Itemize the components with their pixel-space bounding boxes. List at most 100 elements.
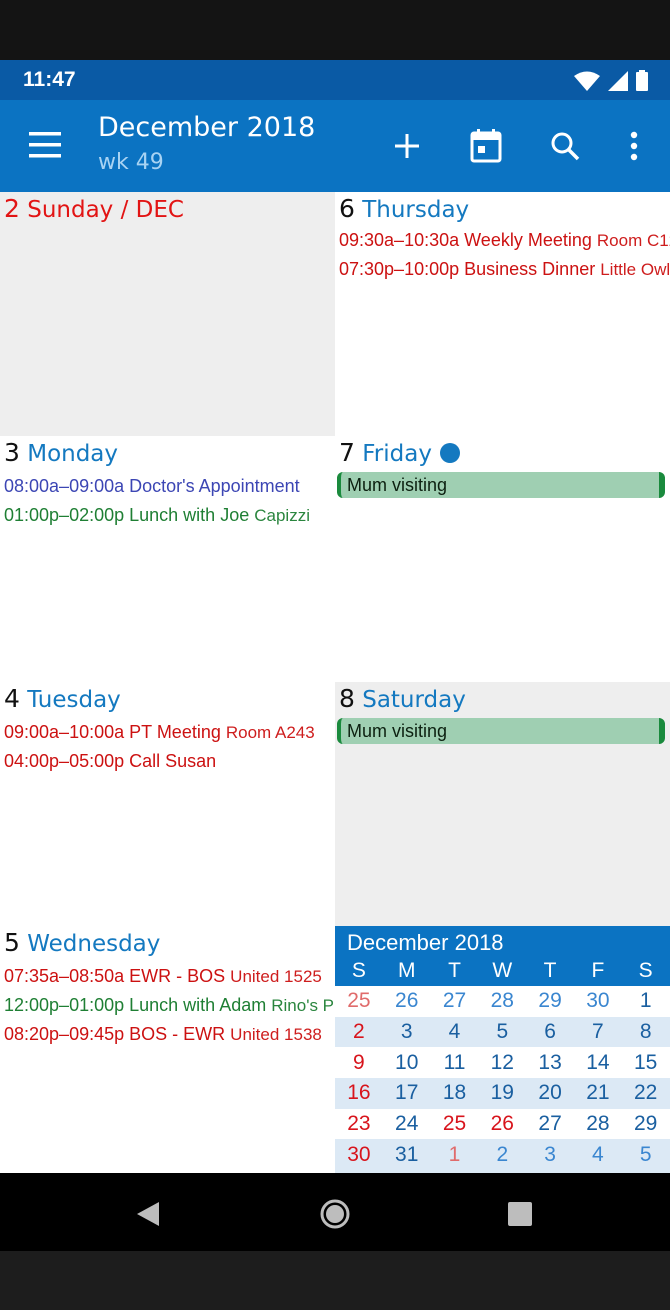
- mini-calendar-week: 2 3 4 5 6 7 8: [335, 1017, 670, 1048]
- day-header: 2 Sunday / DEC: [4, 194, 184, 223]
- mini-calendar-day[interactable]: 8: [622, 1020, 670, 1044]
- weekday-label: M: [397, 959, 416, 982]
- day-number: 7: [339, 438, 355, 467]
- mini-calendar-day[interactable]: 22: [622, 1081, 670, 1105]
- mini-calendar-day[interactable]: 16: [335, 1081, 383, 1105]
- mini-calendar-day[interactable]: 6: [526, 1020, 574, 1044]
- mini-calendar-day[interactable]: 2: [478, 1143, 526, 1167]
- day-number: 2: [4, 194, 20, 223]
- day-name: Monday: [27, 441, 119, 467]
- mini-calendar-title[interactable]: December 2018: [347, 930, 504, 956]
- mini-calendar-day[interactable]: 19: [478, 1081, 526, 1105]
- overflow-menu-button[interactable]: [612, 124, 656, 168]
- day-cell-friday[interactable]: 7 Friday Mum visiting: [335, 436, 670, 682]
- add-event-button[interactable]: [385, 124, 429, 168]
- page-title[interactable]: December 2018: [98, 112, 315, 143]
- mini-calendar-day[interactable]: 26: [383, 989, 431, 1013]
- mini-calendar-day[interactable]: 1: [431, 1143, 479, 1167]
- mini-calendar-day[interactable]: 17: [383, 1081, 431, 1105]
- day-header: 7 Friday: [339, 438, 460, 467]
- mini-calendar-day[interactable]: 26: [478, 1112, 526, 1136]
- mini-calendar-day[interactable]: 15: [622, 1051, 670, 1075]
- day-number: 3: [4, 438, 20, 467]
- weekday-label: F: [591, 959, 605, 982]
- back-icon[interactable]: [131, 1197, 165, 1231]
- event-location: Capizzi: [254, 506, 310, 525]
- mini-calendar-day[interactable]: 28: [574, 1112, 622, 1136]
- home-icon[interactable]: [318, 1197, 352, 1231]
- event-location: United 1538: [230, 1025, 322, 1044]
- mini-calendar-day[interactable]: 25: [335, 989, 383, 1013]
- mini-calendar-day[interactable]: 28: [478, 989, 526, 1013]
- mini-calendar-day[interactable]: 14: [574, 1051, 622, 1075]
- mini-calendar-day[interactable]: 2: [335, 1020, 383, 1044]
- event-item[interactable]: 09:00a–10:00a PT Meeting Room A243: [4, 722, 315, 743]
- mini-calendar-day[interactable]: 12: [478, 1051, 526, 1075]
- status-time: 11:47: [23, 68, 76, 91]
- search-icon: [551, 132, 580, 161]
- day-name: Friday: [362, 441, 432, 467]
- day-header: 3 Monday: [4, 438, 118, 467]
- event-title: Call Susan: [129, 751, 217, 771]
- mini-calendar-day[interactable]: 4: [574, 1143, 622, 1167]
- mini-calendar-day[interactable]: 7: [574, 1020, 622, 1044]
- mini-calendar-day[interactable]: 3: [526, 1143, 574, 1167]
- today-button[interactable]: [464, 124, 508, 168]
- mini-calendar-day[interactable]: 25: [431, 1112, 479, 1136]
- mini-calendar-day[interactable]: 20: [526, 1081, 574, 1105]
- mini-calendar-day[interactable]: 29: [622, 1112, 670, 1136]
- search-button[interactable]: [543, 124, 587, 168]
- allday-event[interactable]: Mum visiting: [337, 472, 665, 498]
- day-name: Tuesday: [27, 687, 121, 713]
- event-item[interactable]: 07:30p–10:00p Business Dinner Little Owl: [339, 259, 670, 280]
- event-item[interactable]: 09:30a–10:30a Weekly Meeting Room C12: [339, 230, 670, 251]
- status-icons: [574, 70, 648, 91]
- mini-calendar-day[interactable]: 18: [431, 1081, 479, 1105]
- recents-icon[interactable]: [503, 1197, 537, 1231]
- mini-calendar-day[interactable]: 10: [383, 1051, 431, 1075]
- mini-calendar-day[interactable]: 9: [335, 1051, 383, 1075]
- mini-calendar-day[interactable]: 29: [526, 989, 574, 1013]
- mini-calendar-day[interactable]: 13: [526, 1051, 574, 1075]
- day-cell-monday[interactable]: 3 Monday 08:00a–09:00a Doctor's Appointm…: [0, 436, 335, 682]
- day-name: Sunday / DEC: [27, 197, 184, 223]
- mini-calendar-day[interactable]: 11: [431, 1051, 479, 1075]
- allday-event[interactable]: Mum visiting: [337, 718, 665, 744]
- mini-calendar-day[interactable]: 3: [383, 1020, 431, 1044]
- mini-calendar[interactable]: December 2018 S M T W T F S 25 26 27 28 …: [335, 926, 670, 1173]
- mini-calendar-day[interactable]: 27: [431, 989, 479, 1013]
- event-location: Room A243: [225, 723, 315, 742]
- event-item[interactable]: 07:35a–08:50a EWR - BOS United 1525: [4, 966, 322, 987]
- event-item[interactable]: 01:00p–02:00p Lunch with Joe Capizzi: [4, 505, 310, 526]
- calendar-today-icon: [470, 129, 502, 163]
- mini-calendar-day[interactable]: 30: [335, 1143, 383, 1167]
- day-cell-sunday[interactable]: 2 Sunday / DEC: [0, 192, 335, 436]
- mini-calendar-day[interactable]: 27: [526, 1112, 574, 1136]
- day-cell-wednesday[interactable]: 5 Wednesday 07:35a–08:50a EWR - BOS Unit…: [0, 926, 335, 1173]
- mini-calendar-day[interactable]: 4: [431, 1020, 479, 1044]
- day-cell-thursday[interactable]: 6 Thursday 09:30a–10:30a Weekly Meeting …: [335, 192, 670, 436]
- mini-calendar-day[interactable]: 31: [383, 1143, 431, 1167]
- day-number: 5: [4, 928, 20, 957]
- status-bar: 11:47: [0, 60, 670, 100]
- wifi-icon: [574, 71, 600, 91]
- event-item[interactable]: 12:00p–01:00p Lunch with Adam Rino's P: [4, 995, 334, 1016]
- event-item[interactable]: 08:00a–09:00a Doctor's Appointment: [4, 476, 300, 497]
- mini-calendar-day[interactable]: 30: [574, 989, 622, 1013]
- day-cell-tuesday[interactable]: 4 Tuesday 09:00a–10:00a PT Meeting Room …: [0, 682, 335, 926]
- event-time: 01:00p–02:00p: [4, 505, 125, 525]
- menu-icon[interactable]: [27, 130, 63, 160]
- mini-calendar-day[interactable]: 1: [622, 989, 670, 1013]
- more-vert-icon: [630, 131, 638, 161]
- event-title: Doctor's Appointment: [129, 476, 300, 496]
- day-cell-saturday[interactable]: 8 Saturday Mum visiting: [335, 682, 670, 926]
- mini-calendar-day[interactable]: 24: [383, 1112, 431, 1136]
- event-item[interactable]: 04:00p–05:00p Call Susan: [4, 751, 216, 772]
- event-item[interactable]: 08:20p–09:45p BOS - EWR United 1538: [4, 1024, 322, 1045]
- weekday-header-row: S M T W T F S: [335, 959, 670, 983]
- mini-calendar-day[interactable]: 21: [574, 1081, 622, 1105]
- mini-calendar-day[interactable]: 5: [622, 1143, 670, 1167]
- mini-calendar-day[interactable]: 5: [478, 1020, 526, 1044]
- event-title: PT Meeting: [129, 722, 221, 742]
- mini-calendar-day[interactable]: 23: [335, 1112, 383, 1136]
